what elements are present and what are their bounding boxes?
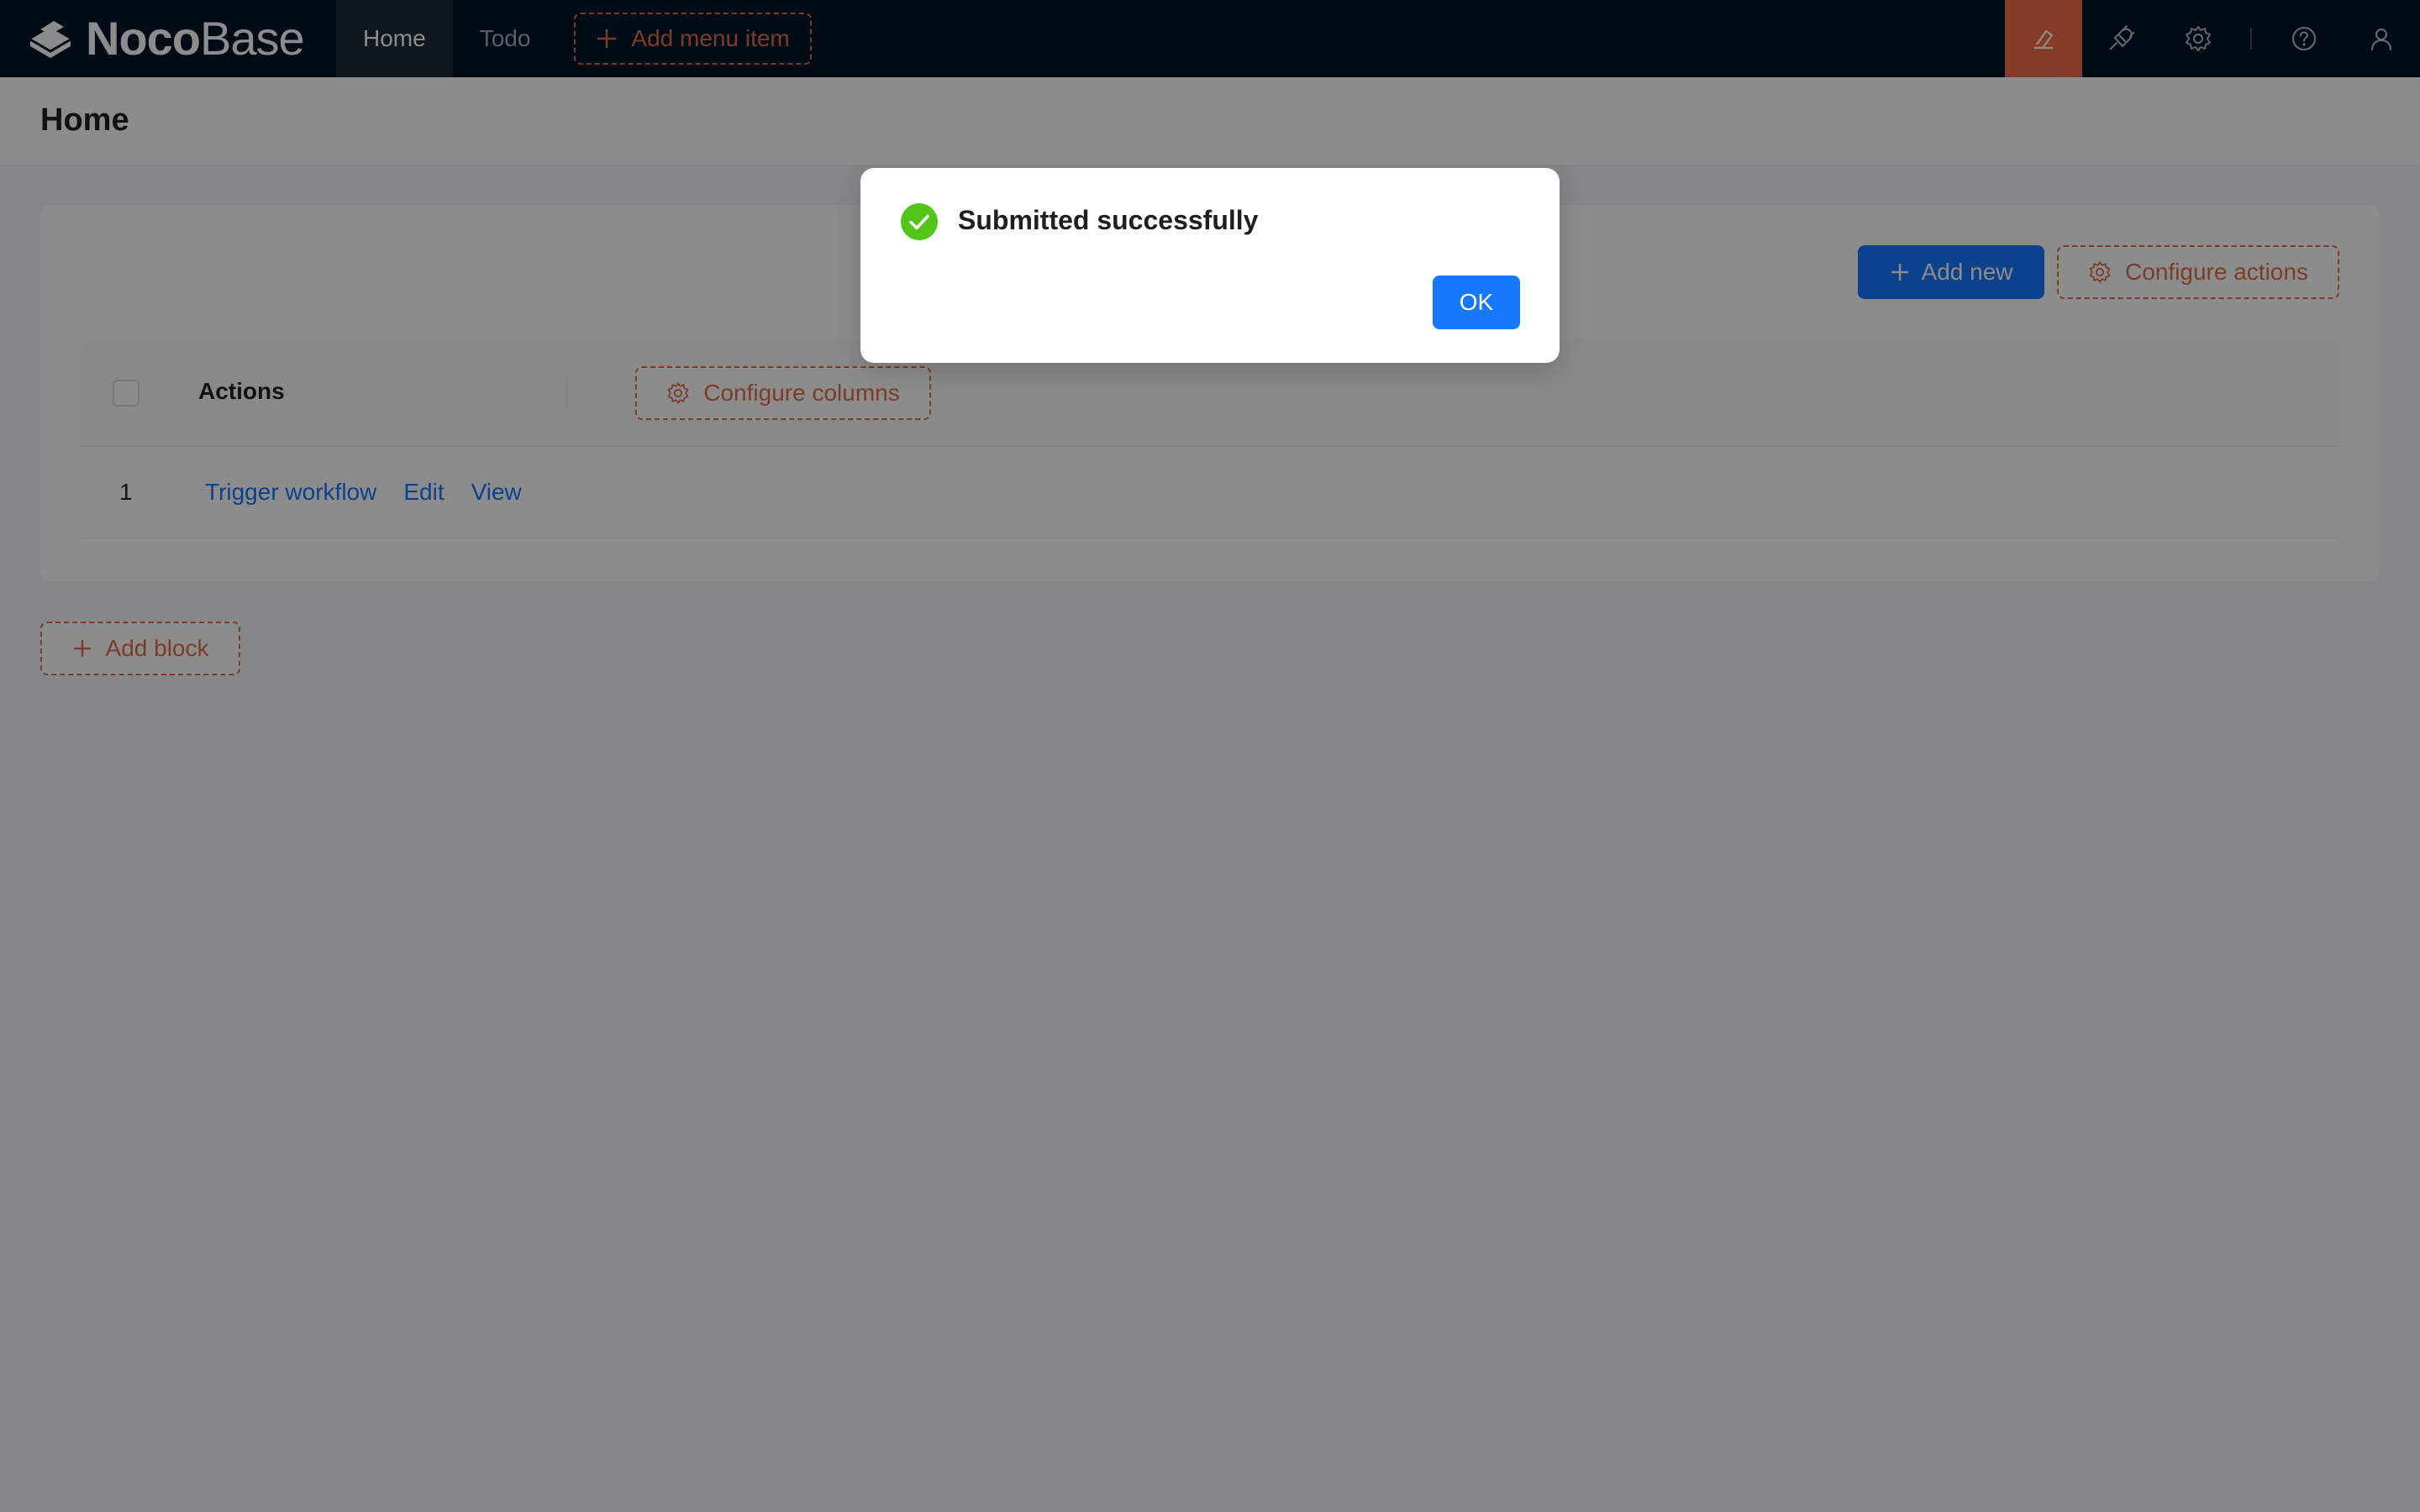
- ok-button[interactable]: OK: [1433, 276, 1520, 329]
- success-modal: Submitted successfully OK: [860, 168, 1560, 363]
- check-circle-icon: [901, 203, 938, 240]
- modal-title: Submitted successfully: [958, 205, 1259, 235]
- ok-button-label: OK: [1459, 289, 1494, 315]
